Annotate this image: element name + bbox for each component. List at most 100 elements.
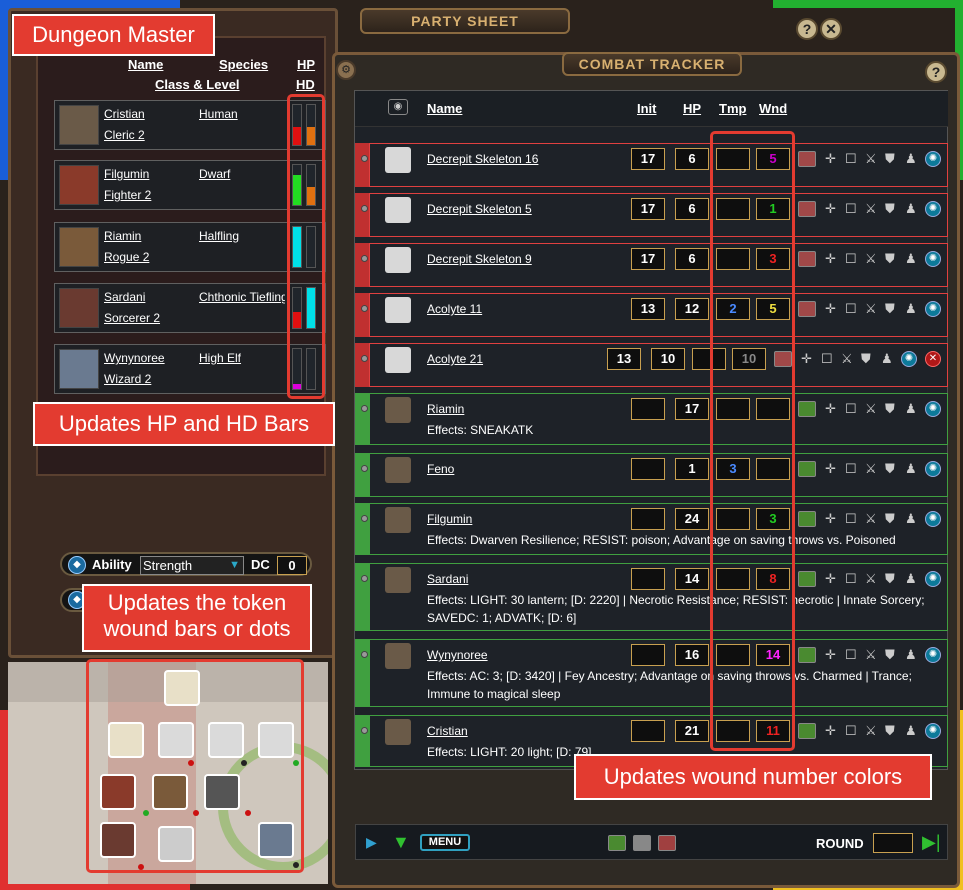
target-icon[interactable]: ✛	[825, 461, 836, 477]
expand-toggle-button[interactable]	[798, 201, 816, 217]
active-indicator[interactable]	[361, 205, 368, 212]
dc-input[interactable]: 0	[277, 556, 307, 575]
actor-icon[interactable]: ♟	[905, 201, 917, 217]
actor-icon[interactable]: ♟	[905, 151, 917, 167]
ability-select[interactable]: Strength ▼	[140, 556, 244, 575]
defense-icon[interactable]: ⛊	[885, 511, 895, 527]
member-name[interactable]: Filgumin	[104, 167, 190, 181]
active-indicator[interactable]	[361, 465, 368, 472]
hp-field[interactable]: 17	[675, 398, 709, 420]
attack-icon[interactable]: ⚔	[865, 201, 877, 217]
ct-header-tmp[interactable]: Tmp	[719, 101, 746, 116]
ct-row[interactable]: Decrepit Skeleton 5 17 6 1 ✛ ☐ ⚔ ⛊ ♟ ✺	[355, 193, 948, 237]
target-icon[interactable]: ✛	[825, 201, 836, 217]
active-indicator[interactable]	[361, 515, 368, 522]
defense-icon[interactable]: ⛊	[885, 401, 895, 417]
defense-icon[interactable]: ⛊	[885, 723, 895, 739]
init-field[interactable]	[631, 644, 665, 666]
visibility-eye-icon[interactable]: ◉	[388, 99, 408, 115]
advance-arrow-icon[interactable]: ▼	[392, 832, 410, 853]
active-indicator[interactable]	[361, 575, 368, 582]
attack-icon[interactable]: ⚔	[865, 723, 877, 739]
select-icon[interactable]: ☐	[845, 723, 857, 739]
active-indicator[interactable]	[361, 255, 368, 262]
target-icon[interactable]: ✛	[825, 151, 836, 167]
ct-header-wnd[interactable]: Wnd	[759, 101, 787, 116]
target-icon[interactable]: ✛	[825, 511, 836, 527]
effects-icon[interactable]: ✺	[925, 251, 941, 267]
effects-icon[interactable]: ✺	[925, 461, 941, 477]
portrait[interactable]	[59, 349, 99, 389]
hp-field[interactable]: 24	[675, 508, 709, 530]
member-class[interactable]: Cleric 2	[104, 128, 254, 142]
init-field[interactable]: 17	[631, 248, 665, 270]
ct-row[interactable]: Wynynoree 16 14 ✛ ☐ ⚔ ⛊ ♟ ✺ Effects: AC: 3; [D…	[355, 639, 948, 707]
init-field[interactable]: 13	[631, 298, 665, 320]
active-indicator[interactable]	[361, 355, 368, 362]
token-icon[interactable]	[385, 297, 411, 323]
defense-icon[interactable]: ⛊	[885, 301, 895, 317]
select-icon[interactable]: ☐	[845, 461, 857, 477]
actor-icon[interactable]: ♟	[905, 723, 917, 739]
select-icon[interactable]: ☐	[821, 351, 833, 367]
expand-toggle-button[interactable]	[798, 511, 816, 527]
hp-field[interactable]: 12	[675, 298, 709, 320]
expand-toggle-button[interactable]	[798, 723, 816, 739]
ct-header-init[interactable]: Init	[637, 101, 657, 116]
defense-icon[interactable]: ⛊	[885, 201, 895, 217]
combatant-name[interactable]: Acolyte 11	[427, 302, 482, 316]
party-member-row[interactable]: Sardani Chthonic Tiefling Sorcerer 2	[54, 283, 326, 333]
header-hd[interactable]: HD	[296, 77, 315, 92]
target-icon[interactable]: ✛	[825, 301, 836, 317]
target-icon[interactable]: ✛	[825, 401, 836, 417]
member-class[interactable]: Wizard 2	[104, 372, 254, 386]
select-icon[interactable]: ☐	[845, 647, 857, 663]
expand-toggle-button[interactable]	[798, 571, 816, 587]
help-icon-ct[interactable]: ?	[925, 61, 947, 83]
effects-icon[interactable]: ✺	[925, 511, 941, 527]
token-icon[interactable]	[385, 719, 411, 745]
select-icon[interactable]: ☐	[845, 401, 857, 417]
token-icon[interactable]	[385, 643, 411, 669]
token-icon[interactable]	[385, 397, 411, 423]
ct-row[interactable]: Sardani 14 8 ✛ ☐ ⚔ ⛊ ♟ ✺ Effects: LIGHT: 30 la…	[355, 563, 948, 631]
effects-icon[interactable]: ✺	[901, 351, 917, 367]
member-name[interactable]: Cristian	[104, 107, 190, 121]
portrait[interactable]	[59, 105, 99, 145]
member-species[interactable]: High Elf	[199, 351, 285, 365]
expand-toggle-button[interactable]	[798, 301, 816, 317]
header-name[interactable]: Name	[128, 57, 163, 72]
target-icon[interactable]: ✛	[825, 251, 836, 267]
hp-field[interactable]: 6	[675, 248, 709, 270]
init-field[interactable]	[631, 458, 665, 480]
combatant-name[interactable]: Filgumin	[427, 512, 472, 526]
party-member-row[interactable]: Wynynoree High Elf Wizard 2	[54, 344, 326, 394]
target-icon[interactable]: ✛	[825, 571, 836, 587]
init-field[interactable]	[631, 720, 665, 742]
ct-row[interactable]: Feno 1 3 ✛ ☐ ⚔ ⛊ ♟ ✺	[355, 453, 948, 497]
portrait[interactable]	[59, 227, 99, 267]
defense-icon[interactable]: ⛊	[885, 461, 895, 477]
expand-toggle-button[interactable]	[798, 251, 816, 267]
init-field[interactable]: 13	[607, 348, 641, 370]
attack-icon[interactable]: ⚔	[865, 571, 877, 587]
actor-icon[interactable]: ♟	[905, 647, 917, 663]
defense-icon[interactable]: ⛊	[885, 647, 895, 663]
attack-icon[interactable]: ⚔	[865, 647, 877, 663]
ct-header-hp[interactable]: HP	[683, 101, 701, 116]
actor-icon[interactable]: ♟	[905, 401, 917, 417]
target-icon[interactable]: ✛	[825, 647, 836, 663]
party-member-row[interactable]: Filgumin Dwarf Fighter 2	[54, 160, 326, 210]
combatant-name[interactable]: Acolyte 21	[427, 352, 483, 366]
expand-toggle-button[interactable]	[798, 401, 816, 417]
ct-row[interactable]: Riamin 17 ✛ ☐ ⚔ ⛊ ♟ ✺ Effects: SNEAKATK	[355, 393, 948, 445]
lock-icon[interactable]: ⚙	[336, 60, 356, 80]
defense-icon[interactable]: ⛊	[885, 571, 895, 587]
combatant-name[interactable]: Sardani	[427, 572, 468, 586]
header-species[interactable]: Species	[219, 57, 268, 72]
combatant-name[interactable]: Decrepit Skeleton 9	[427, 252, 532, 266]
attack-icon[interactable]: ⚔	[865, 251, 877, 267]
active-indicator[interactable]	[361, 405, 368, 412]
delete-icon[interactable]: ✕	[925, 351, 941, 367]
member-class[interactable]: Rogue 2	[104, 250, 254, 264]
